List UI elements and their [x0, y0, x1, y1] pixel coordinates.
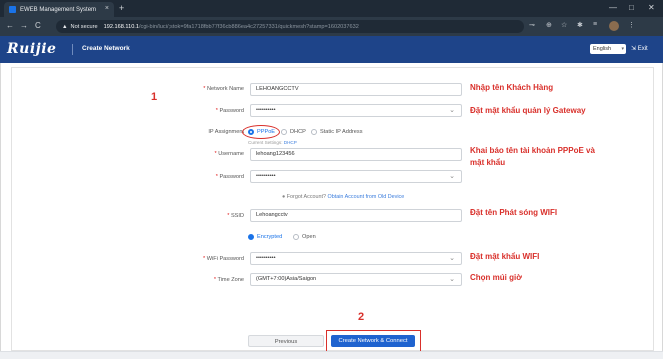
star-icon[interactable]: ☆	[561, 21, 567, 29]
radio-selected-icon	[248, 234, 254, 240]
minimize-icon[interactable]: —	[609, 3, 617, 12]
url-host: 192.168.110.1	[103, 23, 139, 30]
forward-icon[interactable]: →	[20, 21, 28, 30]
step-2-marker: 2	[358, 311, 365, 323]
highlight-circle-pppoe	[242, 125, 280, 139]
radio-dhcp[interactable]: DHCP	[281, 129, 306, 135]
key-icon[interactable]: ⊸	[529, 21, 535, 29]
password-input[interactable]: •••••••••• ⌄	[250, 104, 462, 117]
page-footer-bar	[0, 351, 663, 359]
ssid-label: * SSID	[227, 213, 244, 219]
app-header: Ruijie Create Network English ▾ ⇲ Exit	[0, 36, 663, 63]
browser-tab-strip: EWEB Management System × + — □ ✕	[0, 0, 663, 17]
ip-assignment-label: IP Assignment	[208, 129, 244, 135]
warning-icon: ▲	[62, 23, 68, 30]
ruijie-logo: Ruijie	[7, 41, 57, 57]
annotation-wifi-name: Đặt tên Phát sóng WIFI	[470, 208, 558, 217]
annotation-gateway-password: Đặt mật khẩu quản lý Gateway	[470, 106, 586, 115]
new-tab-button[interactable]: +	[119, 3, 124, 13]
forgot-account-text: ● Forgot Account? Obtain Account from Ol…	[282, 194, 405, 200]
time-zone-select[interactable]: (GMT+7:00)Asia/Saigon ⌄	[250, 273, 462, 286]
chevron-down-icon: ▾	[621, 46, 624, 52]
pppoe-password-label: * Password	[215, 174, 244, 180]
radio-empty-icon	[293, 234, 299, 240]
password-label: * Password	[215, 108, 244, 114]
username-input[interactable]: lehoang123456	[250, 148, 462, 161]
username-label: * Username	[214, 151, 244, 157]
tab-title: EWEB Management System	[20, 6, 97, 13]
language-value: English	[593, 46, 612, 52]
exit-button[interactable]: ⇲ Exit	[631, 45, 648, 52]
annotation-customer-name: Nhập tên Khách Hàng	[470, 83, 554, 92]
not-secure-label: Not secure	[70, 23, 98, 30]
header-divider	[72, 44, 73, 55]
eye-toggle-icon: ⌄	[449, 255, 455, 262]
radio-empty-icon	[281, 129, 287, 135]
reload-icon[interactable]: C	[35, 21, 41, 30]
favicon-icon	[9, 6, 16, 13]
current-settings-hint: Current Settings: DHCP	[248, 140, 297, 145]
browser-tab[interactable]: EWEB Management System ×	[4, 2, 114, 17]
time-zone-label: * Time Zone	[213, 277, 244, 283]
chevron-down-icon: ⌄	[449, 276, 455, 283]
radio-empty-icon	[311, 129, 317, 135]
network-name-input[interactable]: LEHOANGCCTV	[250, 83, 462, 96]
obtain-account-link[interactable]: Obtain Account from Old Device	[328, 194, 405, 200]
radio-static-ip[interactable]: Static IP Address	[311, 129, 363, 135]
extension-icon[interactable]: ✱	[577, 21, 583, 29]
page-title: Create Network	[82, 45, 130, 52]
language-select[interactable]: English ▾	[590, 44, 626, 54]
url-path: /cgi-bin/luci/;stok=9fa1718fbb77f36cb886…	[138, 23, 359, 30]
close-tab-icon[interactable]: ×	[105, 5, 109, 12]
eye-toggle-icon: ⌄	[449, 107, 455, 114]
step-1-marker: 1	[151, 91, 158, 103]
radio-open[interactable]: Open	[293, 234, 316, 240]
ssid-input[interactable]: Lehoangcctv	[250, 209, 462, 222]
back-icon[interactable]: ←	[6, 21, 14, 30]
exit-label: Exit	[637, 46, 648, 52]
reading-list-icon[interactable]: ≡	[593, 21, 597, 28]
browser-toolbar: ← → C ▲ Not secure 192.168.110.1/cgi-bin…	[0, 17, 663, 36]
wifi-password-input[interactable]: •••••••••• ⌄	[250, 252, 462, 265]
eye-toggle-icon: ⌄	[449, 173, 455, 180]
avatar[interactable]	[609, 21, 619, 31]
zoom-icon[interactable]: ⊕	[546, 21, 552, 29]
menu-icon[interactable]: ⋮	[628, 21, 635, 29]
annotation-pppoe-account: Khai báo tên tài khoản PPPoE và mật khẩu	[470, 146, 595, 167]
close-window-icon[interactable]: ✕	[648, 3, 655, 12]
network-name-label: * Network Name	[203, 86, 244, 92]
highlight-box-create	[326, 330, 421, 352]
maximize-icon[interactable]: □	[629, 3, 634, 12]
radio-encrypted[interactable]: Encrypted	[248, 234, 282, 240]
annotation-wifi-password: Đặt mật khẩu WIFI	[470, 252, 540, 261]
annotation-timezone: Chọn múi giờ	[470, 273, 522, 282]
address-bar[interactable]: ▲ Not secure 192.168.110.1/cgi-bin/luci/…	[56, 20, 524, 33]
pppoe-password-input[interactable]: •••••••••• ⌄	[250, 170, 462, 183]
previous-button[interactable]: Previous	[248, 335, 324, 347]
wifi-password-label: * WiFi Password	[202, 256, 244, 262]
